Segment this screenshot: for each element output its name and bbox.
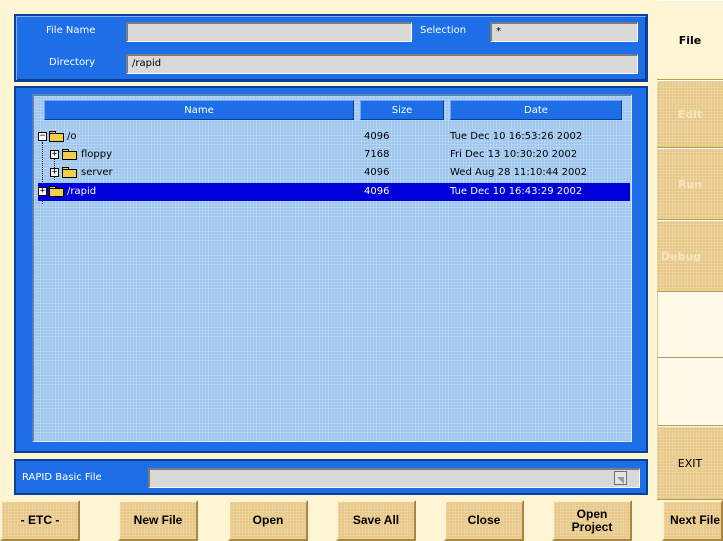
file-size: 4096 [364,167,390,178]
side-blank-1 [657,292,723,358]
file-name: /rapid [67,186,97,197]
collapse-icon[interactable]: − [38,132,47,141]
file-name: floppy [81,149,113,160]
open-project-button[interactable]: Open Project [552,500,632,541]
file-date: Tue Dec 10 16:43:29 2002 [450,186,583,197]
file-name-label: File Name [46,25,96,36]
column-header-name[interactable]: Name [44,100,354,120]
selection-label: Selection [420,25,467,36]
exit-button[interactable]: EXIT [657,426,723,500]
file-name: /o [67,131,77,142]
column-header-size[interactable]: Size [360,100,444,120]
folder-icon [62,149,78,161]
file-size: 4096 [364,131,390,142]
next-file-button[interactable]: Next File [662,500,723,541]
file-browser-panel: Name Size Date − /o 4096 Tue Dec 10 16:5… [14,86,648,453]
etc-button[interactable]: - ETC - [0,500,80,541]
expand-icon[interactable]: + [38,187,47,196]
tree-row-rapid[interactable]: + /rapid 4096 Tue Dec 10 16:43:29 2002 [38,183,630,201]
file-type-panel: RAPID Basic File [14,459,648,495]
file-size: 4096 [364,186,390,197]
file-type-label: RAPID Basic File [22,472,102,483]
tab-file[interactable]: File [657,0,723,80]
file-name-field[interactable] [126,22,412,42]
expand-icon[interactable]: + [50,150,59,159]
new-file-button[interactable]: New File [118,500,198,541]
file-info-panel: File Name Selection * Directory /rapid [14,14,648,82]
tree-row-o[interactable]: − /o 4096 Tue Dec 10 16:53:26 2002 [38,128,630,146]
tree-row-floppy[interactable]: + floppy 7168 Fri Dec 13 10:30:20 2002 [38,146,630,164]
file-name: server [81,167,113,178]
file-size: 7168 [364,149,390,160]
file-date: Fri Dec 13 10:30:20 2002 [450,149,578,160]
tree-row-server[interactable]: + server 4096 Wed Aug 28 11:10:44 2002 [38,164,630,182]
folder-icon [49,186,65,198]
directory-label: Directory [49,57,96,68]
side-blank-2 [657,358,723,426]
file-date: Tue Dec 10 16:53:26 2002 [450,131,583,142]
expand-icon[interactable]: + [50,168,59,177]
tab-debug[interactable]: Debug [657,220,723,292]
close-button[interactable]: Close [444,500,524,541]
arrow-icon [617,477,624,484]
open-folder-icon [49,131,65,143]
save-all-button[interactable]: Save All [336,500,416,541]
file-tree[interactable]: Name Size Date − /o 4096 Tue Dec 10 16:5… [32,94,632,442]
directory-field[interactable]: /rapid [126,54,638,74]
dropdown-arrow-icon[interactable] [614,471,627,485]
open-button[interactable]: Open [228,500,308,541]
file-date: Wed Aug 28 11:10:44 2002 [450,167,588,178]
selection-field[interactable]: * [490,22,638,42]
column-header-date[interactable]: Date [450,100,622,120]
tab-run[interactable]: Run [657,148,723,220]
folder-icon [62,167,78,179]
tab-edit[interactable]: Edit [657,80,723,148]
file-type-select[interactable] [148,468,640,488]
